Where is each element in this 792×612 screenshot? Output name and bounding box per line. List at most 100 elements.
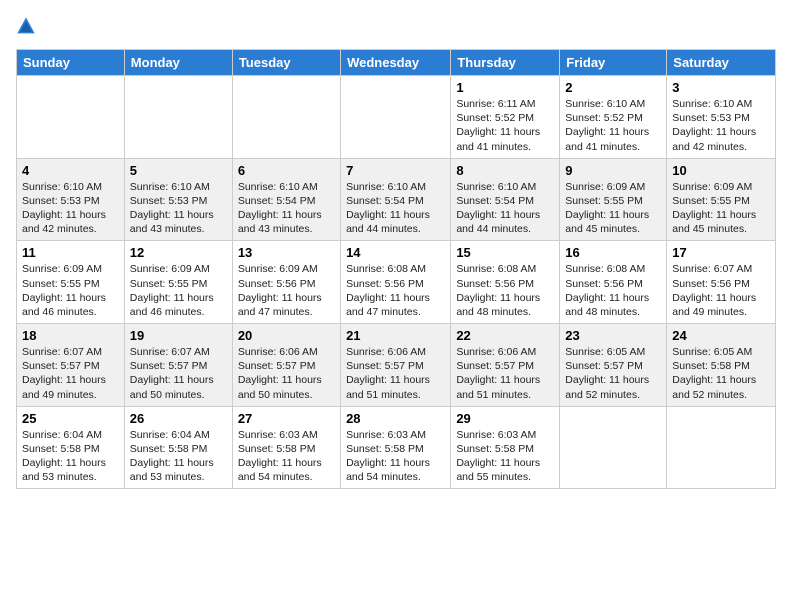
day-number: 2 xyxy=(565,80,661,95)
calendar-cell: 23 Sunrise: 6:05 AM Sunset: 5:57 PM Dayli… xyxy=(560,324,667,407)
calendar-cell xyxy=(667,406,776,489)
day-number: 25 xyxy=(22,411,119,426)
day-info: Sunrise: 6:10 AM Sunset: 5:53 PM Dayligh… xyxy=(22,180,119,237)
day-number: 10 xyxy=(672,163,770,178)
calendar-cell: 10 Sunrise: 6:09 AM Sunset: 5:55 PM Dayli… xyxy=(667,158,776,241)
calendar-cell xyxy=(560,406,667,489)
calendar-cell: 17Sunrise: 6:07 AM Sunset: 5:56 PM Dayli… xyxy=(667,241,776,324)
calendar-week-row: 11 Sunrise: 6:09 AM Sunset: 5:55 PM Dayli… xyxy=(17,241,776,324)
day-number: 6 xyxy=(238,163,335,178)
day-number: 13 xyxy=(238,245,335,260)
day-number: 22 xyxy=(456,328,554,343)
calendar-cell: 18 Sunrise: 6:07 AM Sunset: 5:57 PM Dayli… xyxy=(17,324,125,407)
day-number: 24 xyxy=(672,328,770,343)
day-info: Sunrise: 6:05 AM Sunset: 5:57 PM Dayligh… xyxy=(565,345,661,402)
calendar-week-row: 4 Sunrise: 6:10 AM Sunset: 5:53 PM Daylig… xyxy=(17,158,776,241)
day-info: Sunrise: 6:03 AM Sunset: 5:58 PM Dayligh… xyxy=(456,428,554,485)
day-number: 14 xyxy=(346,245,445,260)
day-info: Sunrise: 6:10 AM Sunset: 5:54 PM Dayligh… xyxy=(456,180,554,237)
calendar-week-row: 25 Sunrise: 6:04 AM Sunset: 5:58 PM Dayli… xyxy=(17,406,776,489)
day-number: 11 xyxy=(22,245,119,260)
day-info: Sunrise: 6:04 AM Sunset: 5:58 PM Dayligh… xyxy=(130,428,227,485)
calendar-cell: 6 Sunrise: 6:10 AM Sunset: 5:54 PM Daylig… xyxy=(232,158,340,241)
day-number: 19 xyxy=(130,328,227,343)
day-info: Sunrise: 6:10 AM Sunset: 5:54 PM Dayligh… xyxy=(238,180,335,237)
calendar-cell xyxy=(341,76,451,159)
day-info: Sunrise: 6:04 AM Sunset: 5:58 PM Dayligh… xyxy=(22,428,119,485)
calendar-cell: 14 Sunrise: 6:08 AM Sunset: 5:56 PM Dayli… xyxy=(341,241,451,324)
calendar-table: SundayMondayTuesdayWednesdayThursdayFrid… xyxy=(16,49,776,489)
calendar-cell: 3Sunrise: 6:10 AM Sunset: 5:53 PM Daylig… xyxy=(667,76,776,159)
day-info: Sunrise: 6:09 AM Sunset: 5:55 PM Dayligh… xyxy=(565,180,661,237)
day-number: 26 xyxy=(130,411,227,426)
day-number: 15 xyxy=(456,245,554,260)
calendar-cell: 26 Sunrise: 6:04 AM Sunset: 5:58 PM Dayli… xyxy=(124,406,232,489)
day-info: Sunrise: 6:08 AM Sunset: 5:56 PM Dayligh… xyxy=(565,262,661,319)
calendar-cell: 22 Sunrise: 6:06 AM Sunset: 5:57 PM Dayli… xyxy=(451,324,560,407)
day-info: Sunrise: 6:09 AM Sunset: 5:56 PM Dayligh… xyxy=(238,262,335,319)
calendar-cell: 7 Sunrise: 6:10 AM Sunset: 5:54 PM Daylig… xyxy=(341,158,451,241)
day-header-friday: Friday xyxy=(560,50,667,76)
day-number: 28 xyxy=(346,411,445,426)
day-header-sunday: Sunday xyxy=(17,50,125,76)
calendar-header-row: SundayMondayTuesdayWednesdayThursdayFrid… xyxy=(17,50,776,76)
logo-icon xyxy=(16,16,36,36)
day-info: Sunrise: 6:09 AM Sunset: 5:55 PM Dayligh… xyxy=(672,180,770,237)
day-number: 16 xyxy=(565,245,661,260)
calendar-cell: 21Sunrise: 6:06 AM Sunset: 5:57 PM Dayli… xyxy=(341,324,451,407)
calendar-week-row: 1 Sunrise: 6:11 AM Sunset: 5:52 PM Daylig… xyxy=(17,76,776,159)
day-info: Sunrise: 6:07 AM Sunset: 5:57 PM Dayligh… xyxy=(22,345,119,402)
day-info: Sunrise: 6:05 AM Sunset: 5:58 PM Dayligh… xyxy=(672,345,770,402)
page-header xyxy=(16,16,776,41)
calendar-cell: 25 Sunrise: 6:04 AM Sunset: 5:58 PM Dayli… xyxy=(17,406,125,489)
day-number: 5 xyxy=(130,163,227,178)
day-info: Sunrise: 6:07 AM Sunset: 5:56 PM Dayligh… xyxy=(672,262,770,319)
day-number: 23 xyxy=(565,328,661,343)
calendar-cell: 20Sunrise: 6:06 AM Sunset: 5:57 PM Dayli… xyxy=(232,324,340,407)
day-info: Sunrise: 6:06 AM Sunset: 5:57 PM Dayligh… xyxy=(456,345,554,402)
day-info: Sunrise: 6:07 AM Sunset: 5:57 PM Dayligh… xyxy=(130,345,227,402)
day-header-wednesday: Wednesday xyxy=(341,50,451,76)
calendar-cell: 16 Sunrise: 6:08 AM Sunset: 5:56 PM Dayli… xyxy=(560,241,667,324)
calendar-cell: 15 Sunrise: 6:08 AM Sunset: 5:56 PM Dayli… xyxy=(451,241,560,324)
day-info: Sunrise: 6:11 AM Sunset: 5:52 PM Dayligh… xyxy=(456,97,554,154)
day-number: 3 xyxy=(672,80,770,95)
day-number: 29 xyxy=(456,411,554,426)
logo xyxy=(16,16,40,41)
day-info: Sunrise: 6:10 AM Sunset: 5:54 PM Dayligh… xyxy=(346,180,445,237)
day-header-thursday: Thursday xyxy=(451,50,560,76)
calendar-cell: 12 Sunrise: 6:09 AM Sunset: 5:55 PM Dayli… xyxy=(124,241,232,324)
day-info: Sunrise: 6:08 AM Sunset: 5:56 PM Dayligh… xyxy=(346,262,445,319)
day-number: 12 xyxy=(130,245,227,260)
calendar-cell: 13 Sunrise: 6:09 AM Sunset: 5:56 PM Dayli… xyxy=(232,241,340,324)
calendar-cell: 28 Sunrise: 6:03 AM Sunset: 5:58 PM Dayli… xyxy=(341,406,451,489)
day-info: Sunrise: 6:09 AM Sunset: 5:55 PM Dayligh… xyxy=(22,262,119,319)
day-info: Sunrise: 6:09 AM Sunset: 5:55 PM Dayligh… xyxy=(130,262,227,319)
calendar-cell: 4 Sunrise: 6:10 AM Sunset: 5:53 PM Daylig… xyxy=(17,158,125,241)
day-number: 18 xyxy=(22,328,119,343)
day-info: Sunrise: 6:03 AM Sunset: 5:58 PM Dayligh… xyxy=(238,428,335,485)
day-info: Sunrise: 6:03 AM Sunset: 5:58 PM Dayligh… xyxy=(346,428,445,485)
day-number: 9 xyxy=(565,163,661,178)
calendar-cell: 8Sunrise: 6:10 AM Sunset: 5:54 PM Daylig… xyxy=(451,158,560,241)
calendar-cell: 1 Sunrise: 6:11 AM Sunset: 5:52 PM Daylig… xyxy=(451,76,560,159)
calendar-cell: 27 Sunrise: 6:03 AM Sunset: 5:58 PM Dayli… xyxy=(232,406,340,489)
calendar-cell: 9 Sunrise: 6:09 AM Sunset: 5:55 PM Daylig… xyxy=(560,158,667,241)
calendar-cell: 29 Sunrise: 6:03 AM Sunset: 5:58 PM Dayli… xyxy=(451,406,560,489)
day-number: 20 xyxy=(238,328,335,343)
calendar-cell: 5Sunrise: 6:10 AM Sunset: 5:53 PM Daylig… xyxy=(124,158,232,241)
day-number: 4 xyxy=(22,163,119,178)
day-number: 7 xyxy=(346,163,445,178)
day-info: Sunrise: 6:10 AM Sunset: 5:52 PM Dayligh… xyxy=(565,97,661,154)
calendar-cell: 11 Sunrise: 6:09 AM Sunset: 5:55 PM Dayli… xyxy=(17,241,125,324)
day-header-tuesday: Tuesday xyxy=(232,50,340,76)
calendar-cell: 24 Sunrise: 6:05 AM Sunset: 5:58 PM Dayli… xyxy=(667,324,776,407)
calendar-cell xyxy=(17,76,125,159)
day-number: 21 xyxy=(346,328,445,343)
calendar-cell: 19 Sunrise: 6:07 AM Sunset: 5:57 PM Dayli… xyxy=(124,324,232,407)
calendar-cell xyxy=(232,76,340,159)
day-number: 27 xyxy=(238,411,335,426)
day-info: Sunrise: 6:08 AM Sunset: 5:56 PM Dayligh… xyxy=(456,262,554,319)
day-header-monday: Monday xyxy=(124,50,232,76)
day-number: 1 xyxy=(456,80,554,95)
